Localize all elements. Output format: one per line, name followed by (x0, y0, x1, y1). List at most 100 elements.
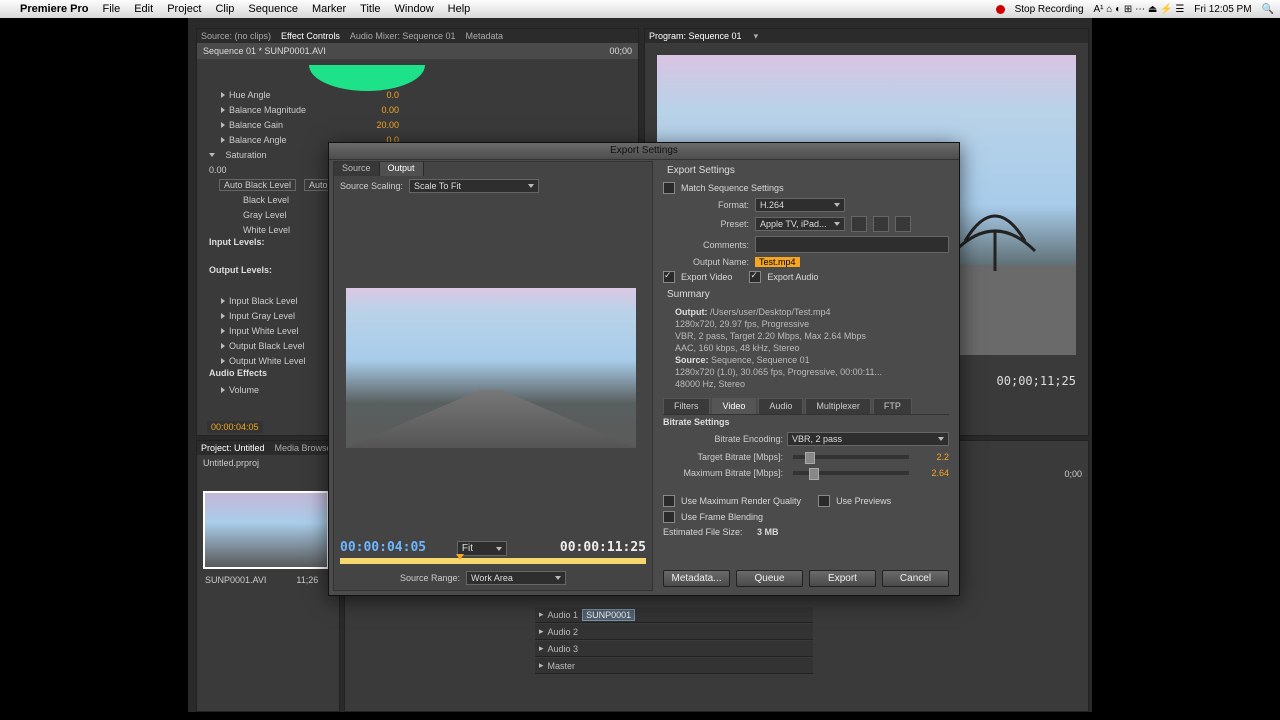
tab-metadata[interactable]: Metadata (465, 31, 503, 41)
estimated-size-value: 3 MB (757, 527, 779, 537)
source-range-label: Source Range: (400, 573, 460, 583)
bitrate-encoding-label: Bitrate Encoding: (663, 434, 783, 444)
export-settings-pane: Export Settings Match Sequence Settings … (657, 161, 955, 591)
effect-playhead-tc: 00:00:04:05 (207, 421, 263, 433)
tab-project[interactable]: Project: Untitled (201, 443, 265, 453)
frame-blending-checkbox[interactable] (663, 511, 675, 523)
track-audio2[interactable]: Audio 2 (548, 627, 579, 637)
tab-audio-mixer[interactable]: Audio Mixer: Sequence 01 (350, 31, 456, 41)
frame-blending-label: Use Frame Blending (681, 512, 763, 522)
export-audio-checkbox[interactable] (749, 271, 761, 283)
spotlight-icon[interactable]: 🔍 (1262, 4, 1274, 15)
source-scaling-select[interactable]: Scale To Fit (409, 179, 539, 193)
param-balance-magnitude[interactable]: Balance Magnitude0.00 (205, 102, 405, 117)
summary-source-audio: 48000 Hz, Stereo (675, 379, 745, 389)
export-button[interactable]: Export (809, 570, 876, 587)
max-render-quality-checkbox[interactable] (663, 495, 675, 507)
match-sequence-checkbox[interactable] (663, 182, 675, 194)
comments-label: Comments: (663, 240, 749, 250)
track-audio1[interactable]: Audio 1 (548, 610, 579, 620)
tab-media-browser[interactable]: Media Browser (275, 443, 335, 453)
auto-black-level-button[interactable]: Auto Black Level (219, 179, 296, 191)
tab-source[interactable]: Source: (no clips) (201, 31, 271, 41)
output-name-link[interactable]: Test.mp4 (755, 257, 800, 267)
output-name-label: Output Name: (663, 257, 749, 267)
menu-clip[interactable]: Clip (215, 3, 234, 15)
track-audio3[interactable]: Audio 3 (548, 644, 579, 654)
menu-help[interactable]: Help (448, 3, 471, 15)
summary-source-label: Source: (675, 355, 709, 365)
summary-output-path: /Users/user/Desktop/Test.mp4 (710, 307, 831, 317)
source-scaling-label: Source Scaling: (340, 181, 403, 191)
cancel-button[interactable]: Cancel (882, 570, 949, 587)
timeline-clip[interactable]: SUNP0001 (582, 609, 635, 621)
preset-select[interactable]: Apple TV, iPad... (755, 217, 845, 231)
menu-project[interactable]: Project (167, 3, 201, 15)
max-bitrate-label: Maximum Bitrate [Mbps]: (663, 468, 783, 478)
menu-title[interactable]: Title (360, 3, 380, 15)
program-timecode: 00;00;11;25 (997, 374, 1076, 388)
record-icon[interactable] (996, 5, 1005, 14)
clip-name[interactable]: SUNP0001.AVI (205, 575, 266, 585)
target-bitrate-slider[interactable] (793, 455, 909, 459)
track-master[interactable]: Master (548, 661, 576, 671)
import-preset-icon[interactable] (873, 216, 889, 232)
effect-timecode-ruler: 00;00 (609, 46, 632, 56)
bitrate-encoding-select[interactable]: VBR, 2 pass (787, 432, 949, 446)
clock: Fri 12:05 PM (1194, 4, 1251, 15)
preview-scrubber[interactable] (340, 558, 646, 564)
metadata-button[interactable]: Metadata... (663, 570, 730, 587)
tab-output-preview[interactable]: Output (380, 162, 424, 176)
clip-duration: 11;26 (296, 575, 318, 585)
target-bitrate-label: Target Bitrate [Mbps]: (663, 452, 783, 462)
menu-marker[interactable]: Marker (312, 3, 346, 15)
tab-program[interactable]: Program: Sequence 01 (649, 31, 742, 41)
stop-recording[interactable]: Stop Recording (1015, 4, 1084, 15)
subtab-filters[interactable]: Filters (663, 398, 710, 414)
target-bitrate-value[interactable]: 2.2 (919, 452, 949, 462)
app-menu[interactable]: Premiere Pro (20, 3, 88, 15)
max-bitrate-value[interactable]: 2.64 (919, 468, 949, 478)
tab-effect-controls[interactable]: Effect Controls (281, 31, 340, 41)
playhead-icon[interactable] (456, 554, 464, 560)
fit-select[interactable]: Fit (457, 541, 507, 556)
export-video-label: Export Video (681, 272, 732, 282)
menu-window[interactable]: Window (395, 3, 434, 15)
subtab-ftp[interactable]: FTP (873, 398, 912, 414)
menu-edit[interactable]: Edit (134, 3, 153, 15)
param-balance-gain[interactable]: Balance Gain20.00 (205, 117, 405, 132)
tab-source-preview[interactable]: Source (334, 162, 380, 176)
max-render-quality-label: Use Maximum Render Quality (681, 496, 801, 506)
param-hue-angle[interactable]: Hue Angle0.0 (205, 87, 405, 102)
summary-header: Summary (667, 289, 710, 300)
format-select[interactable]: H.264 (755, 198, 845, 212)
save-preset-icon[interactable] (851, 216, 867, 232)
export-video-checkbox[interactable] (663, 271, 675, 283)
summary-source-res: 1280x720 (1.0), 30.065 fps, Progressive,… (675, 367, 882, 377)
delete-preset-icon[interactable] (895, 216, 911, 232)
timeline-tc: 0;00 (1064, 469, 1082, 479)
summary-output-audio: AAC, 160 kbps, 48 kHz, Stereo (675, 343, 800, 353)
menu-file[interactable]: File (102, 3, 120, 15)
max-bitrate-slider[interactable] (793, 471, 909, 475)
match-sequence-label: Match Sequence Settings (681, 183, 784, 193)
status-icons: A¹ ⌂ ◐ ⊞ ⋯ ⏏ ⚡ ☰ (1094, 4, 1185, 15)
preview-in-tc[interactable]: 00:00:04:05 (340, 540, 426, 555)
bitrate-settings-header: Bitrate Settings (663, 417, 730, 427)
preset-label: Preset: (663, 219, 749, 229)
export-preview[interactable] (346, 288, 636, 448)
menu-sequence[interactable]: Sequence (248, 3, 298, 15)
comments-input[interactable] (755, 236, 949, 253)
subtab-audio[interactable]: Audio (758, 398, 803, 414)
export-preview-pane: Source Output Source Scaling: Scale To F… (333, 161, 653, 591)
clip-thumbnail[interactable] (203, 491, 329, 569)
use-previews-checkbox[interactable] (818, 495, 830, 507)
project-panel: Project: UntitledMedia Browser Untitled.… (196, 440, 340, 712)
preview-out-tc: 00:00:11:25 (560, 540, 646, 555)
subtab-multiplexer[interactable]: Multiplexer (805, 398, 871, 414)
source-range-select[interactable]: Work Area (466, 571, 566, 585)
queue-button[interactable]: Queue (736, 570, 803, 587)
subtab-video[interactable]: Video (712, 398, 757, 414)
saturation-value[interactable]: 0.00 (209, 165, 227, 175)
use-previews-label: Use Previews (836, 496, 891, 506)
